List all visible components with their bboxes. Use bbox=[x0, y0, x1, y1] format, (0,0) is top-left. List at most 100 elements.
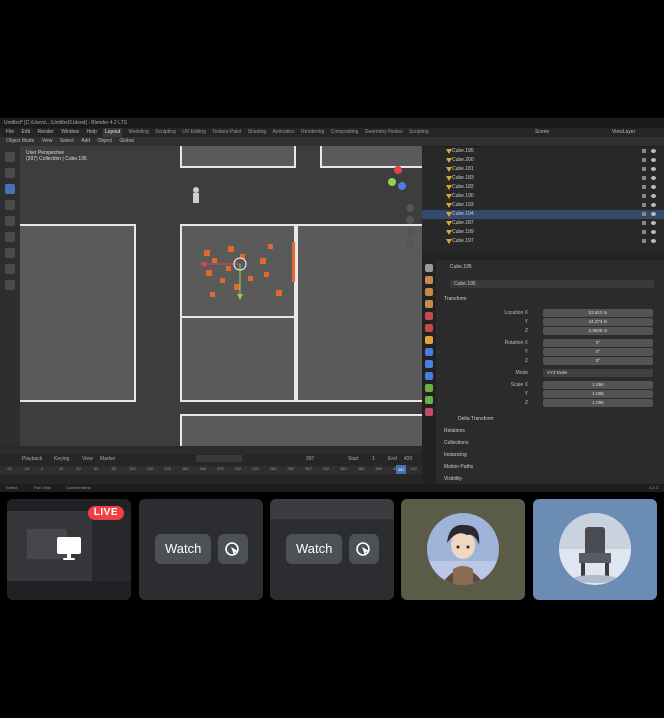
object-data-name-field[interactable]: Cube.195 bbox=[450, 280, 654, 288]
outliner-item[interactable]: Cube.195 bbox=[422, 147, 664, 156]
ortho-toggle-icon[interactable] bbox=[406, 240, 414, 248]
camera-visibility-icon[interactable] bbox=[642, 167, 646, 171]
scene-tab-icon[interactable] bbox=[425, 312, 433, 320]
screenshare-tile-1[interactable]: Watch bbox=[139, 499, 263, 600]
collections-section[interactable]: Collections bbox=[444, 440, 468, 446]
viewlayer-label[interactable]: ViewLayer bbox=[612, 128, 635, 137]
eye-icon[interactable] bbox=[651, 230, 656, 234]
transform-tool-icon[interactable] bbox=[5, 232, 15, 242]
timeline-menu-playback[interactable]: Playback bbox=[22, 456, 42, 462]
timeline-menu-marker[interactable]: Marker bbox=[100, 456, 116, 462]
outliner-item[interactable]: Cube.200 bbox=[422, 156, 664, 165]
output-tab-icon[interactable] bbox=[425, 288, 433, 296]
eye-icon[interactable] bbox=[651, 149, 656, 153]
timeline-menu-view[interactable]: View bbox=[82, 456, 93, 462]
workspace-tab-shading[interactable]: Shading bbox=[248, 128, 266, 137]
camera-visibility-icon[interactable] bbox=[642, 149, 646, 153]
particles-tab-icon[interactable] bbox=[425, 360, 433, 368]
tool-tab-icon[interactable] bbox=[425, 264, 433, 272]
rotate-tool-icon[interactable] bbox=[5, 200, 15, 210]
camera-visibility-icon[interactable] bbox=[642, 212, 646, 216]
viewport-menu-select[interactable]: Select bbox=[60, 138, 74, 144]
scale-x-field[interactable]: 1.096 bbox=[543, 381, 653, 389]
instancing-section[interactable]: Instancing bbox=[444, 452, 467, 458]
start-frame-field[interactable]: 1 bbox=[372, 456, 375, 462]
measure-tool-icon[interactable] bbox=[5, 264, 15, 274]
workspace-tab-texture-paint[interactable]: Texture Paint bbox=[212, 128, 241, 137]
outliner-item[interactable]: Cube.183 bbox=[422, 174, 664, 183]
workspace-tab-rendering[interactable]: Rendering bbox=[301, 128, 324, 137]
menu-file[interactable]: File bbox=[6, 128, 14, 137]
timeline-playhead[interactable]: 397 bbox=[396, 465, 406, 474]
menu-window[interactable]: Window bbox=[61, 128, 79, 137]
zoom-icon[interactable] bbox=[406, 204, 414, 212]
camera-visibility-icon[interactable] bbox=[642, 230, 646, 234]
object-mode-dropdown[interactable]: Object Mode bbox=[6, 138, 34, 144]
pop-out-button[interactable] bbox=[218, 534, 248, 564]
viewport-menu-object[interactable]: Object bbox=[97, 138, 111, 144]
participant-tile-2[interactable] bbox=[533, 499, 657, 600]
annotate-tool-icon[interactable] bbox=[5, 248, 15, 258]
workspace-tab-scripting[interactable]: Scripting bbox=[409, 128, 428, 137]
eye-icon[interactable] bbox=[651, 194, 656, 198]
eye-icon[interactable] bbox=[651, 203, 656, 207]
eye-icon[interactable] bbox=[651, 185, 656, 189]
orientation-gizmo-icon[interactable] bbox=[388, 166, 406, 190]
outliner-item[interactable]: Cube.193 bbox=[422, 201, 664, 210]
rotation-y-field[interactable]: 0° bbox=[543, 348, 653, 356]
pop-out-button-2[interactable] bbox=[349, 534, 379, 564]
camera-visibility-icon[interactable] bbox=[642, 239, 646, 243]
camera-view-icon[interactable] bbox=[406, 228, 414, 236]
transform-orientation-dropdown[interactable]: Global bbox=[119, 138, 133, 144]
material-tab-icon[interactable] bbox=[425, 408, 433, 416]
location-y-field[interactable]: 24.274 m bbox=[543, 318, 653, 326]
eye-icon[interactable] bbox=[651, 158, 656, 162]
world-tab-icon[interactable] bbox=[425, 324, 433, 332]
screenshare-tile-2[interactable]: Watch bbox=[270, 499, 394, 600]
eye-icon[interactable] bbox=[651, 212, 656, 216]
end-frame-field[interactable]: 420 bbox=[404, 456, 412, 462]
object-name-field[interactable]: Cube.195 bbox=[450, 264, 472, 270]
modifiers-tab-icon[interactable] bbox=[425, 348, 433, 356]
viewport-menu-view[interactable]: View bbox=[42, 138, 53, 144]
transform-section-header[interactable]: Transform bbox=[444, 296, 467, 302]
visibility-section[interactable]: Visibility bbox=[444, 476, 462, 482]
workspace-tab-uv-editing[interactable]: UV Editing bbox=[182, 128, 206, 137]
location-x-field[interactable]: 53.913 m bbox=[543, 309, 653, 317]
render-tab-icon[interactable] bbox=[425, 276, 433, 284]
menu-edit[interactable]: Edit bbox=[21, 128, 30, 137]
outliner-item[interactable]: Cube.197 bbox=[422, 237, 664, 246]
camera-visibility-icon[interactable] bbox=[642, 176, 646, 180]
outliner-item[interactable]: Cube.181 bbox=[422, 165, 664, 174]
rotation-mode-dropdown[interactable]: XYZ Euler bbox=[543, 369, 653, 377]
menu-help[interactable]: Help bbox=[86, 128, 96, 137]
camera-visibility-icon[interactable] bbox=[642, 221, 646, 225]
scale-z-field[interactable]: 1.096 bbox=[543, 399, 653, 407]
relations-section[interactable]: Relations bbox=[444, 428, 465, 434]
screenshare-tile-live[interactable]: LIVE bbox=[7, 499, 131, 600]
scene-label[interactable]: Scene bbox=[535, 128, 549, 137]
outliner-item[interactable]: Cube.194 bbox=[422, 210, 664, 219]
view-layer-tab-icon[interactable] bbox=[425, 300, 433, 308]
camera-visibility-icon[interactable] bbox=[642, 185, 646, 189]
physics-tab-icon[interactable] bbox=[425, 372, 433, 380]
selected-cubes[interactable] bbox=[204, 244, 282, 297]
scale-y-field[interactable]: 1.096 bbox=[543, 390, 653, 398]
camera-visibility-icon[interactable] bbox=[642, 203, 646, 207]
eye-icon[interactable] bbox=[651, 176, 656, 180]
cursor-tool-icon[interactable] bbox=[5, 168, 15, 178]
move-tool-icon[interactable] bbox=[5, 184, 15, 194]
rotation-z-field[interactable]: 0° bbox=[543, 357, 653, 365]
location-z-field[interactable]: 2.9848 m bbox=[543, 327, 653, 335]
workspace-tab-geometry-nodes[interactable]: Geometry Nodes bbox=[365, 128, 403, 137]
outliner-search-input[interactable] bbox=[422, 251, 664, 260]
workspace-tab-layout[interactable]: Layout bbox=[103, 128, 123, 137]
pan-icon[interactable] bbox=[406, 216, 414, 224]
select-box-tool-icon[interactable] bbox=[5, 152, 15, 162]
data-tab-icon[interactable] bbox=[425, 396, 433, 404]
outliner-item[interactable]: Cube.199 bbox=[422, 228, 664, 237]
object-tab-icon[interactable] bbox=[425, 336, 433, 344]
3d-viewport[interactable]: User Perspective (397) Collection | Cube… bbox=[20, 146, 422, 446]
eye-icon[interactable] bbox=[651, 167, 656, 171]
constraints-tab-icon[interactable] bbox=[425, 384, 433, 392]
